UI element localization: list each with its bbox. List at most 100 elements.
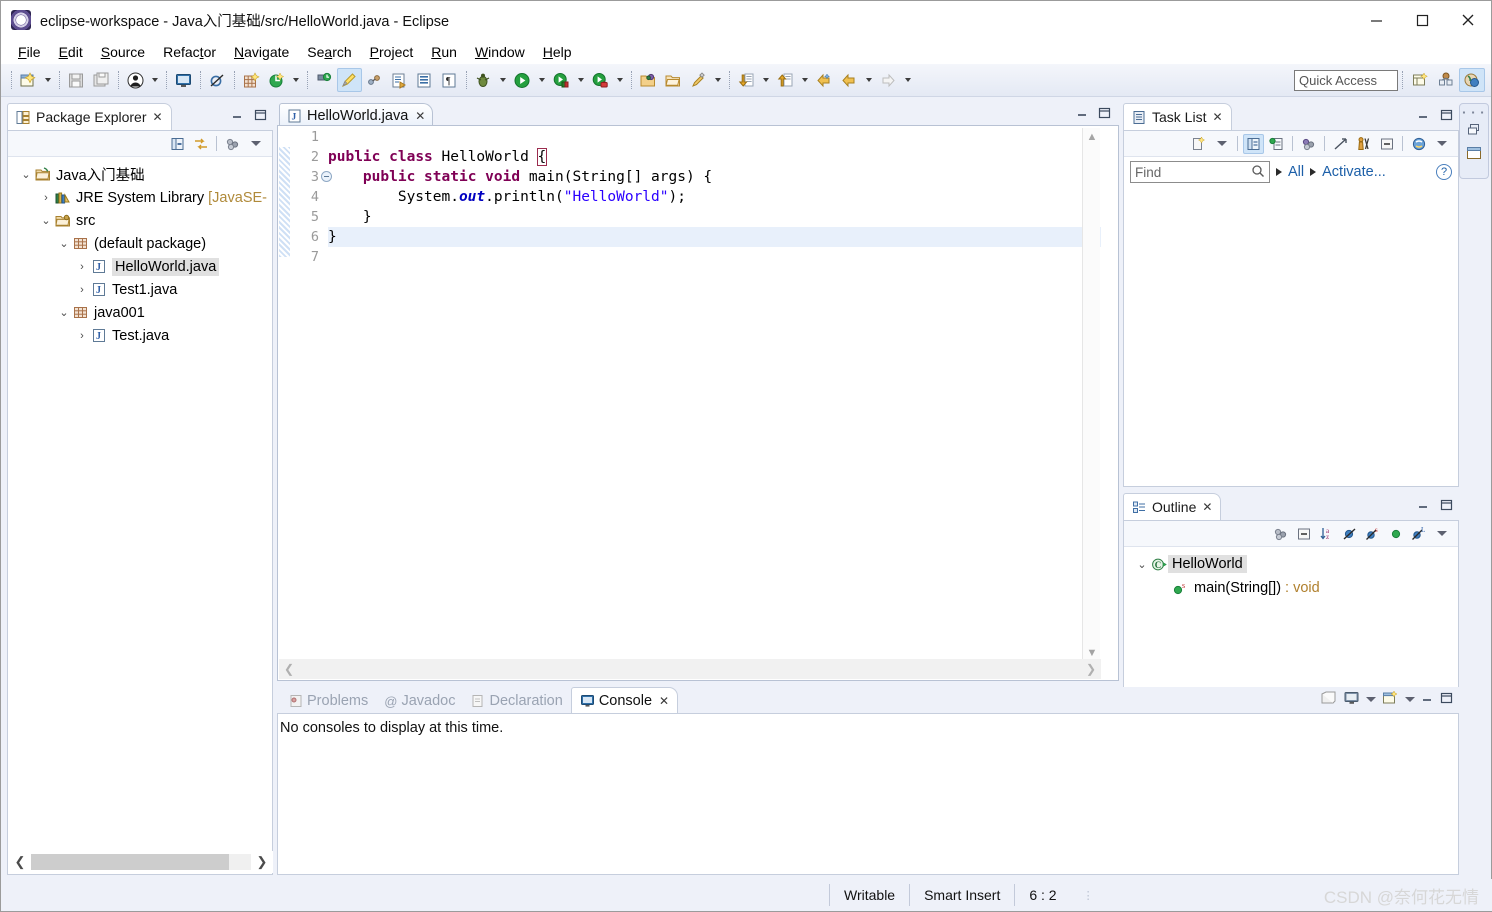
- new-console-view-icon[interactable]: [1382, 690, 1399, 709]
- menu-refactor[interactable]: Refactor: [154, 42, 225, 62]
- scroll-up-icon[interactable]: ▲: [1083, 128, 1101, 146]
- run-dropdown-icon[interactable]: [535, 68, 549, 92]
- tree-item-test1-java[interactable]: › J Test1.java: [8, 278, 272, 301]
- close-icon[interactable]: ✕: [659, 694, 669, 708]
- collapse-all-icon[interactable]: [1293, 524, 1314, 544]
- focus-icon[interactable]: [1330, 134, 1351, 154]
- maximize-icon[interactable]: [1440, 692, 1453, 707]
- open-task-icon[interactable]: [312, 68, 337, 92]
- tree-item-helloworld-java[interactable]: › J HelloWorld.java: [8, 255, 272, 278]
- editor-code[interactable]: public class HelloWorld { public static …: [322, 127, 1101, 661]
- collapse-all-icon[interactable]: [1376, 134, 1397, 154]
- menu-window[interactable]: Window: [466, 42, 534, 62]
- open-type-icon[interactable]: [387, 68, 412, 92]
- coverage-icon[interactable]: [549, 68, 574, 92]
- close-icon[interactable]: ✕: [1212, 110, 1222, 124]
- synchronize-icon[interactable]: [1408, 134, 1429, 154]
- tab-javadoc[interactable]: @ Javadoc: [376, 689, 463, 713]
- minimize-icon[interactable]: [1353, 1, 1399, 39]
- chevron-down-icon[interactable]: ⌄: [1134, 558, 1150, 571]
- find-input[interactable]: Find: [1130, 161, 1270, 183]
- maximize-icon[interactable]: [1439, 498, 1454, 512]
- new-wizard-dropdown-icon[interactable]: [41, 68, 55, 92]
- presentation-icon[interactable]: [1298, 134, 1319, 154]
- scroll-right-icon[interactable]: ❯: [251, 851, 273, 873]
- new-task-icon[interactable]: [1188, 134, 1209, 154]
- maximize-icon[interactable]: [1399, 1, 1445, 39]
- show-source-icon[interactable]: [412, 68, 437, 92]
- view-dropdown-icon[interactable]: [245, 134, 266, 154]
- package-explorer-hscrollbar[interactable]: ❮ ❯: [9, 851, 273, 873]
- console-view-icon[interactable]: [1466, 146, 1483, 165]
- hide-nonpublic-icon[interactable]: [1385, 524, 1406, 544]
- forward-back-icon[interactable]: [837, 68, 862, 92]
- scroll-left-icon[interactable]: ❮: [9, 851, 31, 873]
- external-tools-dropdown-icon[interactable]: [613, 68, 627, 92]
- close-icon[interactable]: [1445, 1, 1491, 39]
- tree-item-default-package[interactable]: ⌄ (default package): [8, 232, 272, 255]
- tab-declaration[interactable]: Declaration: [463, 689, 570, 713]
- menu-file[interactable]: FFileile: [9, 42, 50, 62]
- user-icon[interactable]: [123, 68, 148, 92]
- menu-edit[interactable]: Edit: [50, 42, 92, 62]
- search-icon[interactable]: [1251, 164, 1265, 181]
- forward-icon[interactable]: [876, 68, 901, 92]
- help-icon[interactable]: ?: [1436, 164, 1452, 180]
- sort-icon[interactable]: az: [1316, 524, 1337, 544]
- tree-item-java001[interactable]: ⌄ java001: [8, 301, 272, 324]
- hide-fields-icon[interactable]: [1339, 524, 1360, 544]
- categorized-icon[interactable]: [1243, 133, 1264, 154]
- open-folder-icon[interactable]: [636, 68, 661, 92]
- status-resize-handle[interactable]: ⋮: [1071, 889, 1107, 902]
- next-annotation-dropdown-icon[interactable]: [759, 68, 773, 92]
- back-icon[interactable]: [812, 68, 837, 92]
- tab-problems[interactable]: Problems: [281, 689, 376, 713]
- skip-breakpoints-icon[interactable]: [205, 68, 230, 92]
- tree-item-src[interactable]: ⌄ src: [8, 209, 272, 232]
- refresh-dropdown-icon[interactable]: [289, 68, 303, 92]
- console-icon[interactable]: [171, 68, 196, 92]
- run-icon[interactable]: [510, 68, 535, 92]
- new-wizard-icon[interactable]: [16, 68, 41, 92]
- open-perspective-icon[interactable]: [1407, 68, 1433, 92]
- scroll-thumb[interactable]: [31, 854, 229, 870]
- scroll-right-icon[interactable]: ❯: [1081, 659, 1101, 679]
- save-icon[interactable]: [64, 68, 89, 92]
- search-icon[interactable]: [686, 68, 711, 92]
- focus-icon[interactable]: [1270, 524, 1291, 544]
- tab-console[interactable]: Console ✕: [570, 687, 679, 713]
- menu-navigate[interactable]: Navigate: [225, 42, 298, 62]
- hide-static-icon[interactable]: s: [1362, 524, 1383, 544]
- menu-run[interactable]: Run: [422, 42, 466, 62]
- outline-item-class[interactable]: ⌄ C HelloWorld: [1124, 552, 1458, 576]
- restore-icon[interactable]: [1467, 123, 1482, 140]
- filter-icon[interactable]: [1353, 134, 1374, 154]
- close-icon[interactable]: ✕: [1202, 500, 1212, 514]
- refresh-icon[interactable]: [264, 68, 289, 92]
- chevron-down-icon[interactable]: ⌄: [56, 237, 72, 250]
- maximize-icon[interactable]: [1098, 107, 1111, 122]
- chevron-right-icon[interactable]: ›: [74, 284, 90, 296]
- chevron-down-icon[interactable]: ⌄: [38, 214, 54, 227]
- scroll-track[interactable]: [31, 854, 251, 870]
- next-annotation-icon[interactable]: [734, 68, 759, 92]
- tree-item-project[interactable]: ⌄ Java入门基础: [8, 163, 272, 186]
- show-whitespace-icon[interactable]: ¶: [437, 68, 462, 92]
- maximize-icon[interactable]: [1439, 108, 1454, 122]
- quick-access-input[interactable]: Quick Access: [1294, 69, 1398, 91]
- minimize-icon[interactable]: [1076, 107, 1089, 122]
- display-dropdown-icon[interactable]: [1366, 697, 1376, 702]
- minimize-icon[interactable]: [1416, 108, 1431, 122]
- editor-hscrollbar[interactable]: ❮ ❯: [279, 659, 1101, 679]
- pencil-highlight-icon[interactable]: [337, 68, 362, 92]
- java-perspective-icon[interactable]: [1459, 68, 1485, 92]
- drag-handle[interactable]: ▪ ▪ ▪: [1463, 108, 1486, 117]
- menu-help[interactable]: Help: [534, 42, 581, 62]
- console-body[interactable]: No consoles to display at this time.: [277, 713, 1459, 875]
- java-browsing-perspective-icon[interactable]: [1433, 68, 1459, 92]
- view-menu-icon[interactable]: [1431, 524, 1452, 544]
- debug-dropdown-icon[interactable]: [496, 68, 510, 92]
- editor-marker-bar[interactable]: [279, 127, 290, 661]
- close-icon[interactable]: ✕: [153, 110, 163, 124]
- chevron-down-icon[interactable]: ⌄: [18, 168, 34, 181]
